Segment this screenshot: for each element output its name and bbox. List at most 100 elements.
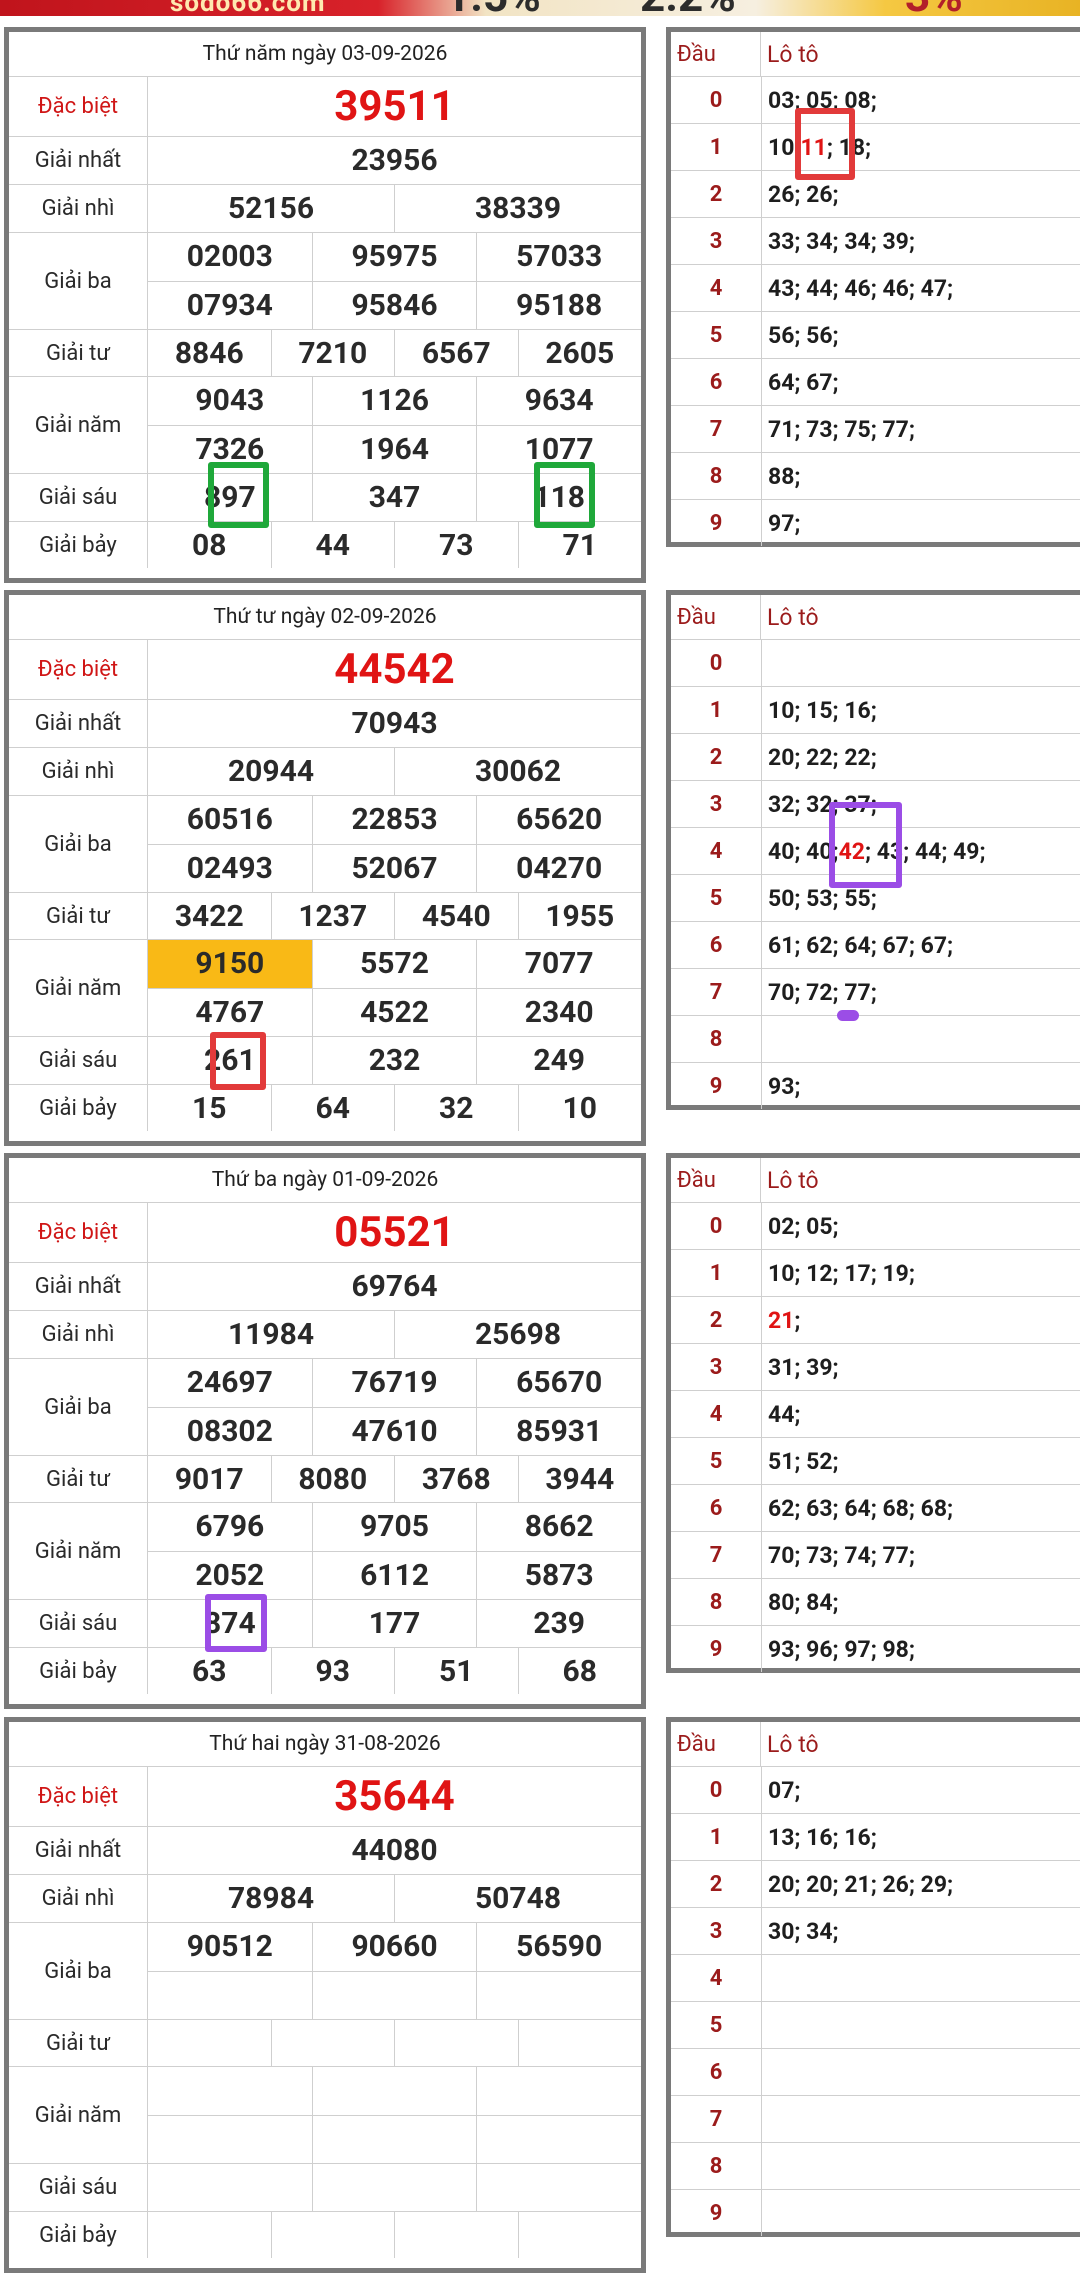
prize-number <box>313 2115 478 2163</box>
prize-number: 52067 <box>313 844 478 892</box>
prize-number <box>148 2212 272 2258</box>
prize-number: 7210 <box>272 330 395 376</box>
prize-number <box>148 2020 272 2066</box>
prize-number: 68 <box>562 1653 597 1689</box>
prize-number: 177 <box>313 1600 478 1647</box>
loto-dau-digit: 5 <box>671 1438 762 1484</box>
loto-table: Đầu Lô tô 0 03; 05; 08; 1 10; 11; 18; 2 26;… <box>666 27 1080 547</box>
prize-label-g3: Giải ba <box>9 233 148 329</box>
prize-number: 95188 <box>516 287 603 323</box>
loto-dau-digit: 6 <box>671 1485 762 1531</box>
loto-dau-digit: 2 <box>671 171 762 217</box>
loto-values: 44; <box>768 1400 801 1428</box>
banner-rate-2: 2.2% <box>640 0 736 16</box>
prize-number <box>272 2020 395 2066</box>
prize-number: 9634 <box>524 383 594 419</box>
prize-number: 50748 <box>474 1881 562 1916</box>
loto-values: 70; 73; 74; 77; <box>768 1541 915 1569</box>
prize-label-g6: Giải sáu <box>9 1600 148 1647</box>
prize-number: 10 <box>562 1090 597 1126</box>
special-prize-number: 44542 <box>334 645 455 694</box>
loto-dau-digit: 7 <box>671 2096 762 2142</box>
prize-number: 69764 <box>351 1269 438 1304</box>
loto-head-loto: Lô tô <box>767 1166 819 1194</box>
prize-number: 85931 <box>516 1413 603 1449</box>
prize-label-g6: Giải sáu <box>9 2164 148 2211</box>
prize-number: 239 <box>533 1606 585 1641</box>
prize-number: 8080 <box>272 1456 395 1502</box>
highlight-box <box>829 802 902 888</box>
loto-dau-digit: 1 <box>671 1814 762 1860</box>
prize-number: 22853 <box>313 796 478 844</box>
prize-number: 1964 <box>313 425 478 473</box>
loto-values: 31; 39; <box>768 1353 839 1381</box>
draw-day-2: Thứ ba ngày 01-09-2026 Đặc biệt 05521 Giả… <box>0 1153 1080 1723</box>
loto-values: 61; 62; 64; 67; 67; <box>768 931 954 959</box>
prize-number <box>519 2020 642 2066</box>
prize-label-g7: Giải bảy <box>9 522 148 568</box>
loto-dau-digit: 2 <box>671 1297 762 1343</box>
prize-number: 07934 <box>148 281 313 329</box>
prize-label-g4: Giải tư <box>9 2020 148 2066</box>
prize-number: 15 <box>148 1085 272 1131</box>
prize-number: 76719 <box>313 1359 478 1407</box>
prize-number: 20944 <box>148 748 395 795</box>
prize-number: 52156 <box>148 185 395 232</box>
loto-values: 10; 15; 16; <box>768 696 877 724</box>
loto-values: 26; 26; <box>768 180 839 208</box>
prize-label-db: Đặc biệt <box>9 1767 148 1826</box>
loto-values: 93; 96; 97; 98; <box>768 1635 915 1663</box>
prize-number <box>313 1971 478 2019</box>
loto-values: 02; 05; <box>768 1212 839 1240</box>
prize-label-g5: Giải năm <box>9 2067 148 2163</box>
special-prize-number: 05521 <box>334 1208 455 1257</box>
loto-dau-digit: 2 <box>671 1861 762 1907</box>
loto-dau-digit: 3 <box>671 218 762 264</box>
prize-number: 7077 <box>524 946 594 982</box>
loto-head-loto: Lô tô <box>767 1730 819 1758</box>
prize-number <box>477 2116 641 2164</box>
loto-dau-digit: 1 <box>671 1250 762 1296</box>
prize-label-g3: Giải ba <box>9 796 148 892</box>
prize-number: 1955 <box>545 898 615 934</box>
loto-dau-digit: 3 <box>671 1344 762 1390</box>
prize-number: 4767 <box>148 988 313 1036</box>
prize-number: 11984 <box>148 1311 395 1358</box>
prize-number: 32 <box>395 1085 519 1131</box>
prize-label-g6: Giải sáu <box>9 474 148 521</box>
prize-number: 23956 <box>351 143 438 178</box>
prize-number: 9043 <box>148 377 313 425</box>
prize-number <box>148 1971 313 2019</box>
prize-number: 70943 <box>351 706 438 741</box>
prize-label-g2: Giải nhì <box>9 1875 148 1922</box>
promo-banner[interactable]: sodo66.com 1.5% 2.2% 3% <box>0 0 1080 16</box>
prize-number <box>477 2164 641 2211</box>
loto-values-after: ; <box>794 1306 801 1334</box>
prize-label-g2: Giải nhì <box>9 1311 148 1358</box>
loto-dau-digit: 8 <box>671 453 762 499</box>
loto-values: 20; 22; 22; <box>768 743 877 771</box>
prize-label-g2: Giải nhì <box>9 185 148 232</box>
prize-label-g5: Giải năm <box>9 1503 148 1599</box>
prize-number <box>148 2115 313 2163</box>
loto-values: 13; 16; 16; <box>768 1823 877 1851</box>
prize-number: 57033 <box>516 239 603 275</box>
prize-label-g3: Giải ba <box>9 1923 148 2019</box>
loto-dau-digit: 4 <box>671 1391 762 1437</box>
loto-dau-digit: 7 <box>671 406 762 452</box>
loto-values: 10; 12; 17; 19; <box>768 1259 915 1287</box>
loto-dau-digit: 0 <box>671 640 762 686</box>
prize-number <box>477 1972 641 2020</box>
prize-number: 90660 <box>313 1923 478 1971</box>
loto-table: Đầu Lô tô 0 07; 1 13; 16; 16; 2 20; 20; 21;… <box>666 1717 1080 2237</box>
draw-day-1: Thứ tư ngày 02-09-2026 Đặc biệt 44542 Giả… <box>0 590 1080 1160</box>
prize-number: 3768 <box>395 1456 519 1502</box>
prize-number <box>148 2067 313 2115</box>
loto-dau-digit: 9 <box>671 2190 762 2236</box>
special-prize-number: 39511 <box>334 82 455 131</box>
prize-number <box>477 2067 641 2115</box>
result-table: Thứ hai ngày 31-08-2026 Đặc biệt 35644 Gi… <box>4 1717 646 2273</box>
loto-dau-digit: 2 <box>671 734 762 780</box>
loto-dau-digit: 7 <box>671 1532 762 1578</box>
prize-label-g3: Giải ba <box>9 1359 148 1455</box>
